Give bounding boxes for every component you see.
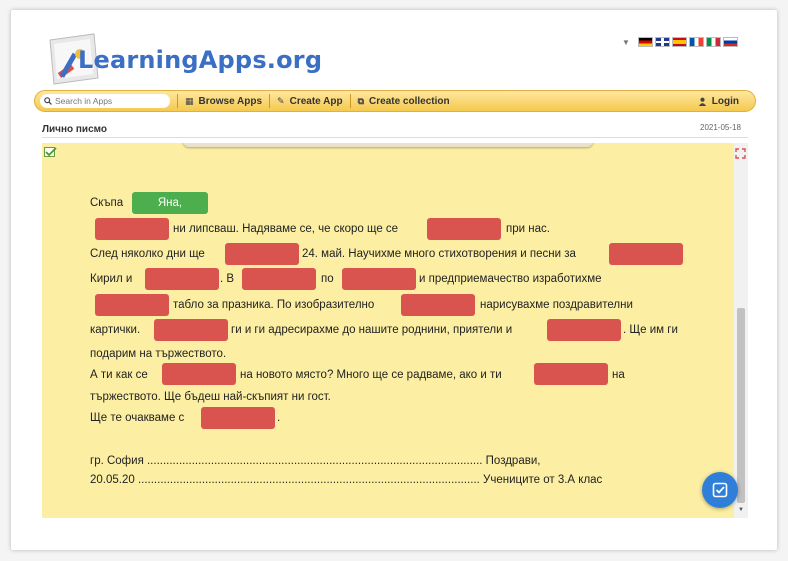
answer-gap-3[interactable] [225,243,299,265]
check-solution-button[interactable] [702,472,738,508]
app-date: 2021-05-18 [700,123,741,132]
pencil-icon: ✎ [277,95,285,106]
logo-text[interactable]: LearningApps.org [78,46,322,74]
text-line: А ти как се [90,369,148,381]
answer-gap-5[interactable] [145,268,219,290]
search-placeholder: Search in Apps [55,96,113,106]
title-divider [42,137,748,138]
text-line: картички. [90,324,141,336]
scroll-down-icon[interactable]: ▼ [738,507,744,513]
text-line: на [612,369,625,381]
answer-gap-6[interactable] [242,268,316,290]
grid-icon: ▦ [185,95,194,106]
flag-fr-icon[interactable] [688,37,704,47]
user-icon [698,97,706,106]
flag-de-icon[interactable] [637,37,653,47]
flag-it-icon[interactable] [705,37,721,47]
text-line: . Ще им ги [623,324,678,336]
browse-apps-label: Browse Apps [198,95,263,107]
text-line: . В [220,273,235,285]
scrollbar-thumb[interactable] [737,308,745,503]
answer-gap-9[interactable] [401,294,475,316]
text-line: Кирил и [90,273,133,285]
text-line: Ще те очакваме с [90,412,185,424]
answer-gap-11[interactable] [547,319,621,341]
answer-gap-4[interactable] [609,243,683,265]
placed-answer[interactable]: Яна, [132,192,208,214]
create-collection-link[interactable]: ⧉ Create collection [358,96,450,107]
answer-gap-7[interactable] [342,268,416,290]
answer-gap-13[interactable] [534,363,608,385]
text-line: при нас. [506,223,550,235]
browse-apps-link[interactable]: ▦ Browse Apps [185,96,262,107]
language-selector[interactable]: ▼ [622,37,738,47]
create-app-label: Create App [289,95,343,107]
text-line: тържеството. Ще бъдеш най-скъпият ни гос… [90,391,331,403]
text-line: нарисувахме поздравителни [480,299,633,311]
drawer-tab[interactable] [183,143,593,147]
nav-separator [269,94,271,108]
text-line: След няколко дни ще [90,248,205,260]
text-line: подарим на тържеството. [90,348,227,360]
answer-gap-14[interactable] [201,407,275,429]
text-line: 24. май. Научихме много стихотворения и … [302,248,576,260]
answer-gap-10[interactable] [154,319,228,341]
answer-gap-12[interactable] [162,363,236,385]
login-label: Login [711,96,739,107]
flag-ru-icon[interactable] [722,37,738,47]
nav-separator [349,94,351,108]
fullscreen-icon[interactable] [735,146,746,164]
text-line: гр. София ..............................… [90,455,541,467]
text-line: табло за празника. По изобразително [173,299,375,311]
search-icon [44,97,52,105]
text-line: ги и ги адресирахме до нашите роднини, п… [231,324,513,336]
text-line: Скъпа [90,197,124,209]
chevron-down-icon[interactable]: ▼ [622,38,630,47]
text-line: по [321,273,334,285]
login-link[interactable]: Login [698,96,739,107]
answer-gap-1[interactable] [95,218,169,240]
nav-separator [177,94,178,108]
collection-icon: ⧉ [357,95,365,106]
answer-gap-8[interactable] [95,294,169,316]
flag-es-icon[interactable] [671,37,687,47]
check-icon [712,482,728,498]
main-navbar: Search in Apps ▦ Browse Apps ✎ Create Ap… [34,90,756,112]
answer-gap-2[interactable] [427,218,501,240]
flag-en-icon[interactable] [654,37,670,47]
create-collection-label: Create collection [369,95,450,107]
app-title: Лично писмо [42,124,108,135]
text-line: ни липсваш. Надяваме се, че скоро ще се [173,223,399,235]
search-input[interactable]: Search in Apps [40,94,170,108]
text-line: . [277,412,281,424]
text-line: на новото място? Много ще се радваме, ак… [240,369,502,381]
create-app-link[interactable]: ✎ Create App [277,96,343,107]
hint-icon[interactable] [44,146,57,164]
text-line: 20.05.20 ...............................… [90,474,603,486]
stage-scrollbar[interactable]: ▼ [734,143,748,518]
text-line: и предприемачество изработихме [419,273,602,285]
